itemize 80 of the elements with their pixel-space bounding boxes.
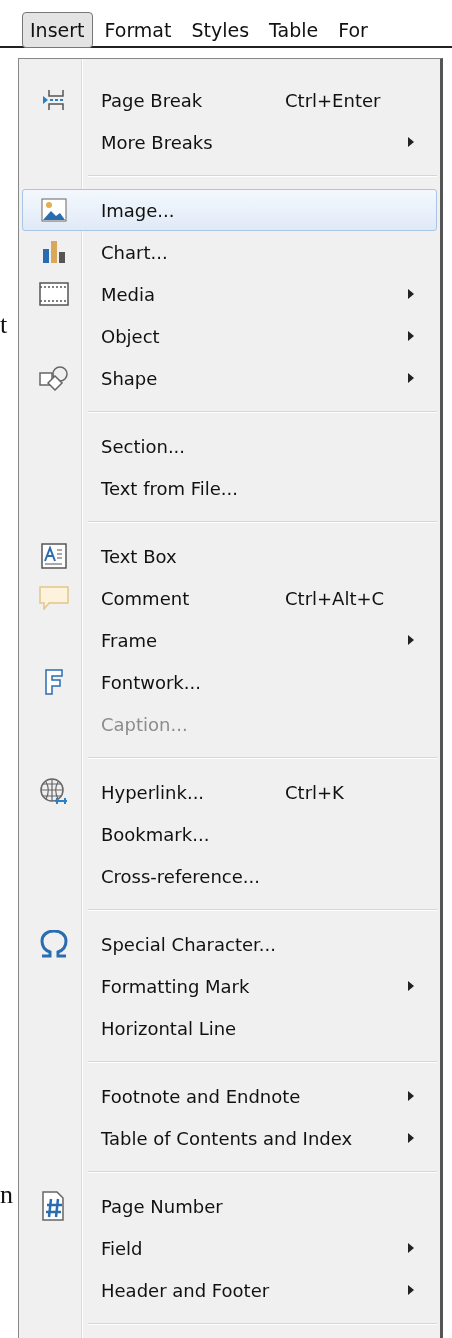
menu-item[interactable]: Bookmark... (22, 813, 437, 855)
menu-item[interactable]: Page Break Ctrl+Enter (22, 79, 437, 121)
fontwork-icon (43, 669, 65, 695)
speech-bubble-icon (39, 586, 69, 610)
menu-item-label: Horizontal Line (101, 1017, 237, 1039)
menu-bar-item[interactable]: Styles (183, 12, 258, 48)
menu-item-label: Special Character... (101, 933, 276, 955)
image-icon (41, 198, 67, 222)
menu-bar-item[interactable]: Insert (22, 12, 93, 48)
menu-item[interactable]: Table of Contents and Index (22, 1117, 437, 1159)
menu-item-label: Hyperlink... (101, 781, 205, 803)
menu-item-label: Formatting Mark (101, 975, 250, 997)
submenu-arrow-icon (408, 137, 414, 147)
bar-chart-icon (41, 240, 67, 264)
menu-item[interactable]: Media (22, 273, 437, 315)
menu-item[interactable]: Page Number (22, 1185, 437, 1227)
menu-item[interactable]: Frame (22, 619, 437, 661)
menu-bar-item[interactable]: Format (96, 12, 180, 48)
menu-item-label: More Breaks (101, 131, 213, 153)
menu-item-label: Field (101, 1237, 143, 1259)
menu-item-label: Chart... (101, 241, 168, 263)
submenu-arrow-icon (408, 635, 414, 645)
menu-item-label: Caption... (101, 713, 188, 735)
submenu-arrow-icon (408, 289, 414, 299)
menu-bar-item[interactable]: For (330, 12, 376, 48)
submenu-arrow-icon (408, 1133, 414, 1143)
menu-item-label: Section... (101, 435, 186, 457)
submenu-arrow-icon (408, 373, 414, 383)
menu-item-label: Text from File... (101, 477, 239, 499)
menu-item[interactable]: Cross-reference... (22, 855, 437, 897)
menu-item[interactable]: Image... (22, 189, 437, 231)
menu-item[interactable]: Header and Footer (22, 1269, 437, 1311)
shortcut-label: Ctrl+K (285, 781, 344, 803)
submenu-arrow-icon (408, 1243, 414, 1253)
menu-item[interactable]: Footnote and Endnote (22, 1075, 437, 1117)
text-box-icon (41, 543, 67, 569)
menu-item-label: Object (101, 325, 160, 347)
menu-item-label: Page Number (101, 1195, 223, 1217)
menu-item-label: Fontwork... (101, 671, 201, 693)
menu-item-label: Frame (101, 629, 158, 651)
menu-item[interactable]: Hyperlink... Ctrl+K (22, 771, 437, 813)
menu-item[interactable]: Field (22, 1227, 437, 1269)
menu-bar-item[interactable]: Table (261, 12, 327, 48)
menu-item-label: Header and Footer (101, 1279, 270, 1301)
submenu-arrow-icon (408, 1091, 414, 1101)
submenu-arrow-icon (408, 1285, 414, 1295)
film-icon (39, 282, 69, 306)
menu-item[interactable]: Shape (22, 357, 437, 399)
menu-item[interactable]: Fontwork... (22, 661, 437, 703)
document-text: n (0, 1180, 13, 1210)
menu-item-label: Bookmark... (101, 823, 210, 845)
menu-item[interactable]: Comment Ctrl+Alt+C (22, 577, 437, 619)
menu-item-label: Shape (101, 367, 158, 389)
globe-icon (39, 778, 69, 806)
menu-item[interactable]: Horizontal Line (22, 1007, 437, 1049)
menu-item-label: Cross-reference... (101, 865, 260, 887)
page-number-icon (41, 1191, 67, 1221)
menu-item[interactable]: More Breaks (22, 121, 437, 163)
shapes-icon (39, 365, 69, 391)
menu-item[interactable]: Text Box (22, 535, 437, 577)
document-text: t (0, 310, 8, 340)
submenu-arrow-icon (408, 331, 414, 341)
page-break-icon (41, 88, 67, 112)
menu-item[interactable]: Formatting Mark (22, 965, 437, 1007)
menu-item[interactable]: Special Character... (22, 923, 437, 965)
submenu-arrow-icon (408, 981, 414, 991)
menu-item[interactable]: Object (22, 315, 437, 357)
menu-item-label: Footnote and Endnote (101, 1085, 301, 1107)
menu-item-label: Comment (101, 587, 190, 609)
menu-item-label: Page Break (101, 89, 203, 111)
shortcut-label: Ctrl+Enter (285, 89, 381, 111)
menu-item[interactable]: Section... (22, 425, 437, 467)
menu-item[interactable]: Text from File... (22, 467, 437, 509)
menu-item-label: Media (101, 283, 156, 305)
menu-item-label: Text Box (101, 545, 177, 567)
omega-icon (39, 930, 69, 958)
shortcut-label: Ctrl+Alt+C (285, 587, 385, 609)
menu-item-label: Table of Contents and Index (101, 1127, 353, 1149)
menu-item-label: Image... (101, 199, 175, 221)
menu-item[interactable]: Chart... (22, 231, 437, 273)
